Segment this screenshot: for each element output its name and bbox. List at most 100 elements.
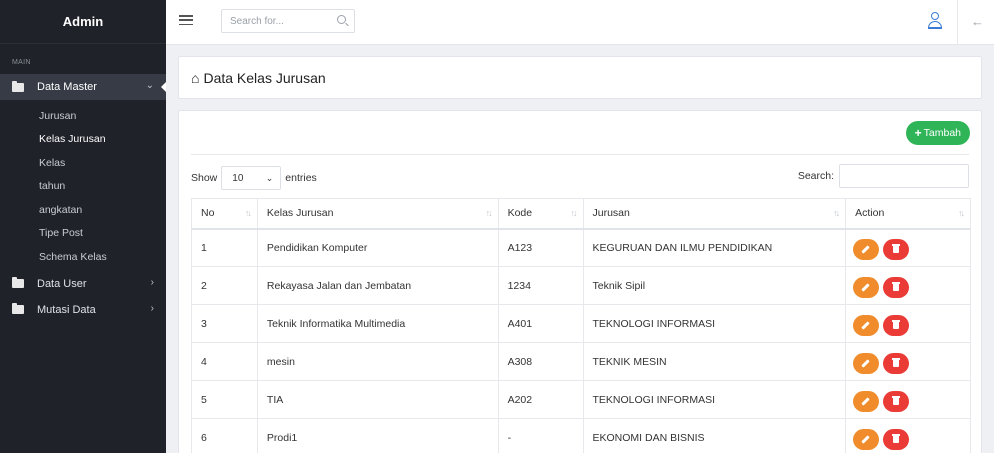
cell-kelas-jurusan: mesin [256,342,499,381]
cell-no: 5 [191,380,258,419]
column-header-kode[interactable]: Kode ↑↓ [497,198,584,230]
cell-kelas-jurusan: Rekayasa Jalan dan Jembatan [256,266,499,305]
sidebar-subitem-kelas-jurusan[interactable]: Kelas Jurusan [0,128,166,152]
delete-icon[interactable] [883,429,910,450]
sidebar-item-label: Data User [37,277,87,290]
sidebar-subitem-angkatan[interactable]: angkatan [0,198,166,222]
cell-jurusan: KEGURUAN DAN ILMU PENDIDIKAN [582,228,847,267]
sidebar-section-label: MAIN [12,59,31,66]
home-icon: ⌂ [191,69,200,86]
column-header-jurusan[interactable]: Jurusan ↑↓ [582,198,847,230]
cell-no: 1 [191,228,258,267]
cell-kelas-jurusan: Pendidikan Komputer [256,228,499,267]
cell-kode: A202 [497,380,584,419]
chevron-right-icon: › [150,276,154,288]
table-search-input[interactable] [839,164,969,188]
cell-no: 2 [191,266,258,305]
cell-action [845,380,971,419]
user-icon[interactable] [928,12,942,30]
divider [191,154,969,155]
sidebar-subitem-schema-kelas[interactable]: Schema Kelas [0,245,166,269]
table-row: 6 Prodi1 - EKONOMI DAN BISNIS [191,418,971,453]
cell-jurusan: TEKNOLOGI INFORMASI [582,380,847,419]
delete-icon[interactable] [883,277,910,298]
cell-kelas-jurusan: Prodi1 [256,418,499,453]
cell-kode: A123 [497,228,584,267]
search-icon[interactable] [337,15,346,24]
add-button-label: Tambah [923,127,961,139]
entries-label: entries [285,172,317,184]
cell-action [845,266,971,305]
sidebar-item-data-master[interactable]: Data Master ⌄ [0,74,166,100]
table-row: 4 mesin A308 TEKNIK MESIN [191,342,971,381]
data-table: No ↑↓ Kelas Jurusan ↑↓ Kode ↑↓ Jurusan ↑↓ Ac… [191,198,971,453]
entries-value: 10 [232,172,244,184]
edit-icon[interactable] [853,353,880,374]
sidebar-item-data-user[interactable]: Data User › [0,271,166,297]
topbar-search [221,9,355,33]
data-card: + Tambah Show 10 ⌄ entries Search: No ↑↓ … [178,110,982,453]
cell-action [845,418,971,453]
brand-title[interactable]: Admin [0,0,166,44]
table-row: 2 Rekayasa Jalan dan Jembatan 1234 Tekni… [191,266,971,305]
cell-kode: A401 [497,304,584,343]
cell-no: 3 [191,304,258,343]
chevron-right-icon: › [150,302,154,314]
edit-icon[interactable] [853,315,880,336]
delete-icon[interactable] [883,315,910,336]
edit-icon[interactable] [853,239,880,261]
delete-icon[interactable] [883,353,910,374]
table-row: 5 TIA A202 TEKNOLOGI INFORMASI [191,380,971,419]
submenu-data-master: Jurusan Kelas Jurusan Kelas tahun angkat… [0,100,166,271]
page-title: Data Kelas Jurusan [203,69,326,86]
cell-jurusan: Teknik Sipil [582,266,847,305]
page-header: ⌂ Data Kelas Jurusan [178,56,982,99]
column-header-no[interactable]: No ↑↓ [191,198,258,230]
sidebar-subitem-kelas[interactable]: Kelas [0,151,166,175]
sidebar-subitem-jurusan[interactable]: Jurusan [0,104,166,128]
entries-select[interactable]: 10 ⌄ [221,166,282,190]
table-row: 1 Pendidikan Komputer A123 KEGURUAN DAN … [191,228,971,267]
delete-icon[interactable] [883,391,910,412]
search-input[interactable] [222,15,327,27]
edit-icon[interactable] [853,391,880,412]
table-header-row: No ↑↓ Kelas Jurusan ↑↓ Kode ↑↓ Jurusan ↑↓ Ac… [191,198,971,230]
cell-kode: A308 [497,342,584,381]
back-arrow-icon[interactable]: ← [971,14,984,29]
chevron-down-icon: ⌄ [145,80,154,91]
sort-icon: ↑↓ [958,208,965,218]
edit-icon[interactable] [853,277,880,298]
cell-no: 6 [191,418,258,453]
sort-icon: ↑↓ [485,208,493,218]
sidebar-item-label: Mutasi Data [37,303,96,316]
sidebar-subitem-tipe-post[interactable]: Tipe Post [0,222,166,246]
cell-kode: - [497,418,584,453]
cell-jurusan: TEKNOLOGI INFORMASI [582,304,847,343]
cell-kode: 1234 [497,266,584,305]
table-search-control: Search: [798,164,969,188]
edit-icon[interactable] [853,429,880,450]
sort-icon: ↑↓ [570,208,578,218]
add-button[interactable]: + Tambah [905,121,970,145]
cell-jurusan: EKONOMI DAN BISNIS [582,418,847,453]
column-header-kelas-jurusan[interactable]: Kelas Jurusan ↑↓ [256,198,499,230]
cell-kelas-jurusan: TIA [256,380,499,419]
cell-kelas-jurusan: Teknik Informatika Multimedia [256,304,499,343]
table-search-label: Search: [797,170,834,182]
hamburger-icon[interactable] [179,15,193,25]
sidebar-item-mutasi-data[interactable]: Mutasi Data › [0,297,166,323]
show-label: Show [191,172,218,184]
divider [957,0,958,45]
delete-icon[interactable] [883,239,910,261]
column-header-action[interactable]: Action ↑↓ [845,198,971,230]
cell-action [845,228,971,267]
sidebar-item-label: Data Master [37,81,97,93]
cell-jurusan: TEKNIK MESIN [582,342,847,381]
cell-action [845,304,971,343]
folder-icon [12,277,24,288]
active-indicator [161,82,166,92]
sidebar-subitem-tahun[interactable]: tahun [0,175,166,199]
folder-icon [12,80,24,92]
folder-icon [12,303,24,314]
chevron-down-icon: ⌄ [265,172,274,183]
